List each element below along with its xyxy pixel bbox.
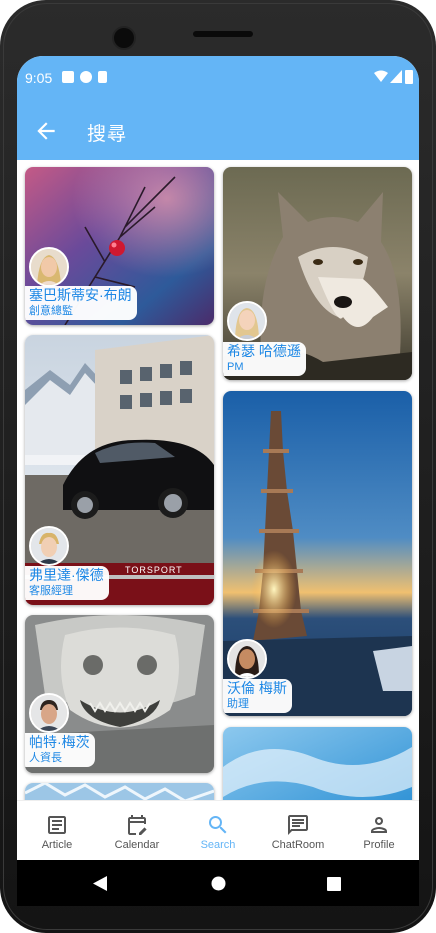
person-name: 弗里達·傑德: [29, 567, 104, 583]
recents-square-icon[interactable]: [327, 877, 341, 891]
card-image-blue-pattern: [25, 783, 214, 800]
person-label: 沃倫 梅斯 助理: [223, 679, 292, 713]
photo-grid[interactable]: 塞巴斯蒂安·布朗 創意總監 希瑟 哈德遜 PM TORSPORT 弗里達·傑德 …: [17, 160, 419, 800]
person-card[interactable]: 希瑟 哈德遜 PM: [223, 167, 412, 380]
banner-text: TORSPORT: [125, 565, 183, 575]
calendar-edit-icon: [128, 815, 147, 835]
battery-icon: [405, 70, 413, 84]
front-camera: [112, 26, 136, 50]
gallery-notification-icon: [62, 71, 74, 83]
photo-card[interactable]: [25, 783, 214, 800]
nav-tab-search[interactable]: Search: [178, 801, 258, 860]
person-name: 帕特·梅茨: [29, 734, 90, 750]
system-navigation-bar: [17, 860, 419, 906]
wifi-icon: [374, 70, 388, 82]
app-notification-icon: [80, 71, 92, 83]
person-icon: [371, 817, 387, 833]
avatar: [29, 693, 69, 733]
person-label: 塞巴斯蒂安·布朗 創意總監: [25, 286, 137, 320]
avatar: [227, 639, 267, 679]
nav-label: Search: [200, 839, 236, 851]
nav-tab-chatroom[interactable]: ChatRoom: [258, 801, 338, 860]
status-time: 9:05: [25, 70, 53, 86]
chat-icon: [288, 815, 308, 835]
person-label: 帕特·梅茨 人資長: [25, 733, 95, 767]
nav-tab-calendar[interactable]: Calendar: [97, 801, 177, 860]
person-role: 人資長: [29, 752, 62, 764]
nav-tab-article[interactable]: Article: [17, 801, 97, 860]
nav-label: Calendar: [114, 839, 160, 851]
person-role: PM: [227, 361, 244, 373]
page-title: 搜尋: [87, 124, 128, 145]
person-card[interactable]: 沃倫 梅斯 助理: [223, 391, 412, 716]
nav-label: ChatRoom: [271, 839, 325, 851]
app-screen: 9:05 搜尋 塞巴斯蒂安·布朗 創意總監 希瑟 哈德遜 PM TORSPORT…: [17, 56, 419, 860]
avatar: [227, 301, 267, 341]
person-role: 客服經理: [29, 585, 73, 597]
avatar: [29, 247, 69, 287]
avatar: [29, 526, 69, 566]
nav-label: Profile: [363, 839, 395, 851]
nav-tab-profile[interactable]: Profile: [339, 801, 419, 860]
nav-label: Article: [41, 839, 73, 851]
person-label: 弗里達·傑德 客服經理: [25, 566, 109, 600]
person-name: 希瑟 哈德遜: [227, 343, 301, 359]
status-bar: 9:05: [17, 56, 419, 102]
arrow-back-icon[interactable]: [33, 118, 59, 144]
person-role: 助理: [227, 698, 249, 710]
person-card[interactable]: 帕特·梅茨 人資長: [25, 615, 214, 773]
home-circle-icon[interactable]: [211, 876, 226, 891]
app-bar: 搜尋: [17, 102, 419, 160]
photo-card[interactable]: [223, 727, 412, 800]
bottom-navigation: Article Calendar Search ChatRoom Profile: [17, 800, 419, 860]
person-label: 希瑟 哈德遜 PM: [223, 342, 306, 376]
person-role: 創意總監: [29, 305, 73, 317]
person-card[interactable]: TORSPORT 弗里達·傑德 客服經理: [25, 335, 214, 605]
person-name: 塞巴斯蒂安·布朗: [29, 287, 132, 303]
card-image-blue-sky: [223, 727, 412, 800]
signal-icon: [390, 70, 402, 83]
earpiece-speaker: [193, 31, 253, 37]
back-triangle-icon[interactable]: [92, 875, 108, 892]
article-icon: [48, 816, 66, 834]
person-card[interactable]: 塞巴斯蒂安·布朗 創意總監: [25, 167, 214, 325]
sd-card-icon: [98, 71, 107, 83]
person-name: 沃倫 梅斯: [227, 680, 287, 696]
search-icon: [209, 816, 227, 834]
